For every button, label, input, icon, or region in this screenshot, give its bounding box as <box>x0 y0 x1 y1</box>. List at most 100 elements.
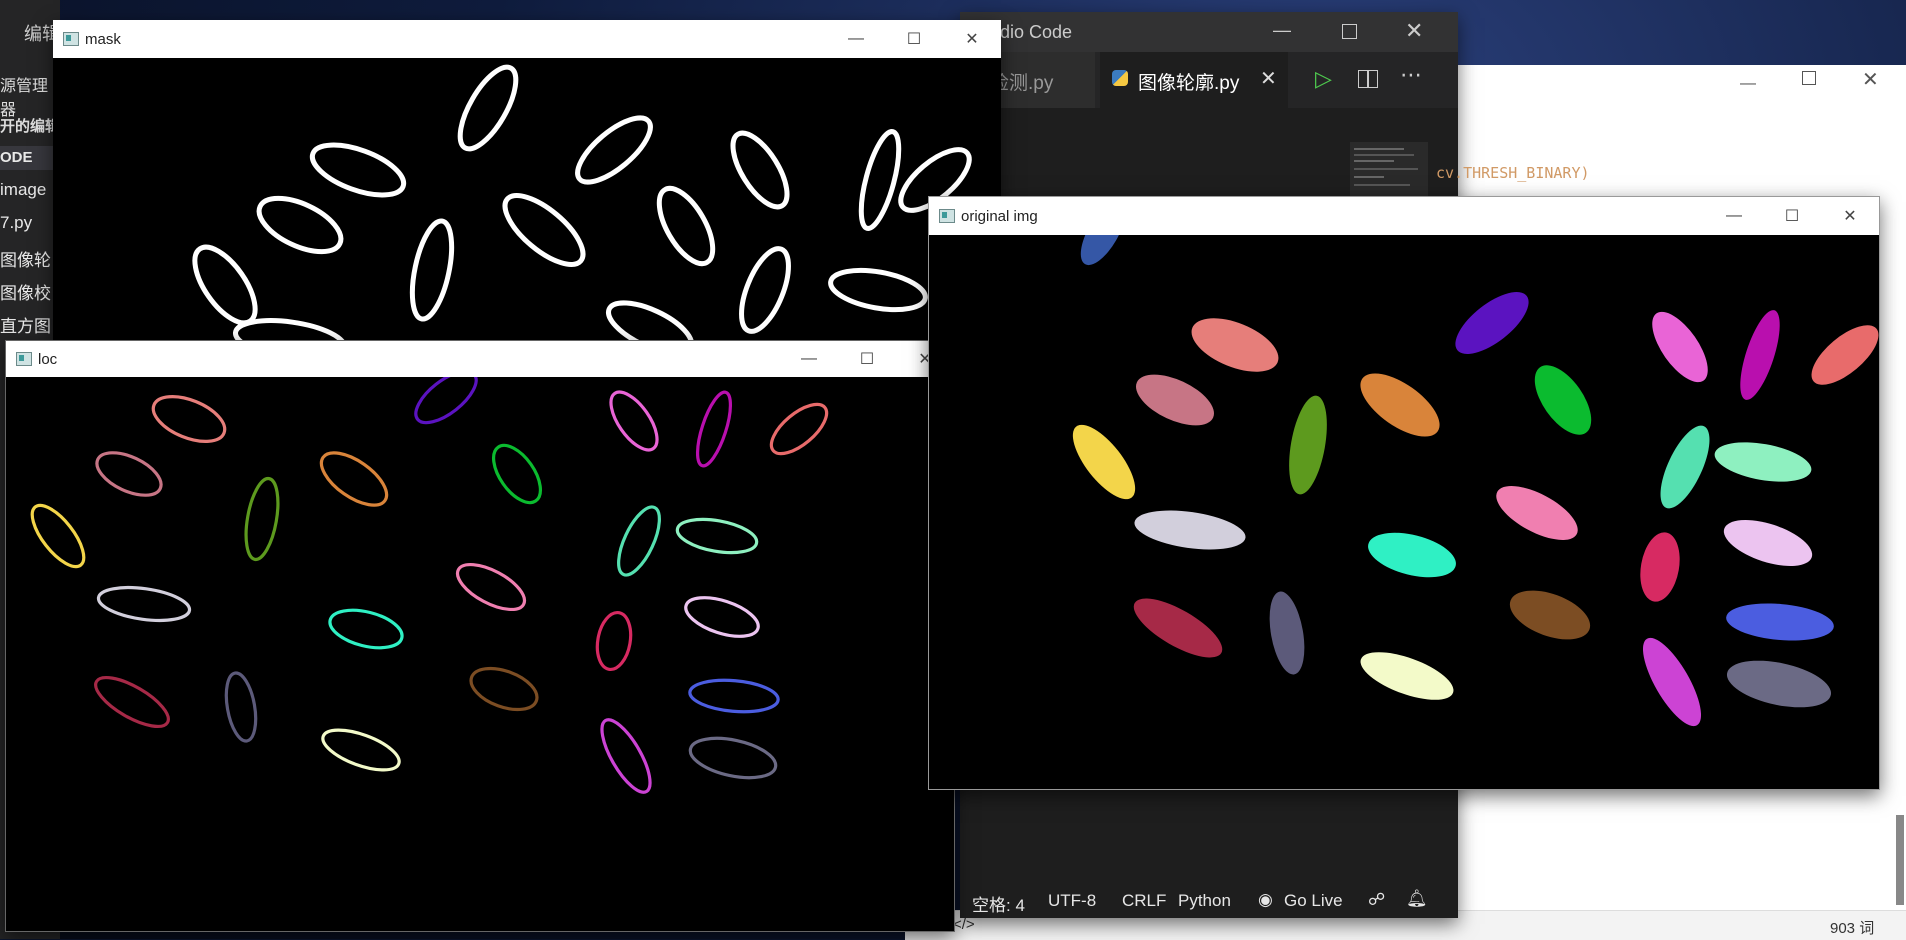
rice-contour <box>684 596 760 638</box>
close-icon[interactable]: ✕ <box>1405 18 1423 44</box>
doc-scrollbar[interactable] <box>1896 815 1904 905</box>
split-editor-icon[interactable] <box>1358 70 1378 88</box>
rice-grain <box>1191 318 1279 372</box>
rice-grain <box>1133 598 1223 658</box>
file-item[interactable]: image <box>0 180 46 200</box>
code-section-label: ODE <box>0 149 33 166</box>
file-item[interactable]: 直方图 <box>0 312 51 337</box>
rice-grain <box>1740 310 1780 400</box>
tab-close-icon[interactable]: ✕ <box>1260 66 1277 91</box>
rice-contour <box>609 390 659 452</box>
python-icon <box>1112 70 1128 86</box>
rice-contour <box>414 377 478 425</box>
rice-grain <box>1496 486 1578 540</box>
rice-grain <box>1723 520 1813 566</box>
rice-grain <box>1455 292 1529 354</box>
minimize-icon[interactable]: — <box>1705 197 1763 235</box>
status-bar: 空格: 4 UTF-8 CRLF Python ◉ Go Live ☍ 🔔︎ <box>960 884 1458 918</box>
tab-contours[interactable]: 图像轮廓.py ✕ <box>1100 52 1288 108</box>
minimize-icon[interactable]: — <box>1273 20 1291 41</box>
rice-grain <box>1136 374 1214 426</box>
original-titlebar[interactable]: original img — ☐ ✕ <box>929 197 1879 235</box>
minimap[interactable] <box>1350 142 1428 202</box>
rice-grain <box>1368 532 1456 578</box>
status-spaces[interactable]: 空格: 4 <box>972 891 1025 916</box>
window-app-icon <box>939 209 955 223</box>
bell-icon[interactable]: 🔔︎ <box>1406 889 1428 909</box>
tab-bar: 检测.py 图像轮廓.py ✕ ▷ ⋯ <box>960 52 1458 108</box>
maximize-icon[interactable]: ☐ <box>1763 197 1821 235</box>
rice-grain <box>1660 425 1710 509</box>
play-icon[interactable]: ▷ <box>1315 66 1332 92</box>
rice-grain <box>1726 603 1834 641</box>
close-icon[interactable]: ✕ <box>943 20 1001 58</box>
mask-title: mask <box>85 30 121 48</box>
rice-contour <box>96 585 192 623</box>
more-icon[interactable]: ⋯ <box>1400 62 1422 88</box>
mask-contour <box>656 185 716 267</box>
file-item[interactable]: 7.py <box>0 213 32 233</box>
rice-contour <box>95 451 163 497</box>
rice-grain <box>1534 365 1592 435</box>
mask-contour <box>256 195 344 255</box>
rice-grain <box>1642 637 1702 727</box>
broadcast-icon[interactable]: ◉ <box>1258 890 1273 910</box>
rice-grain <box>1640 532 1680 602</box>
maximize-icon[interactable]: ☐ <box>838 341 896 377</box>
rice-grain <box>1360 373 1440 437</box>
mask-contour <box>828 267 928 313</box>
feedback-icon[interactable]: ☍ <box>1368 890 1385 910</box>
original-canvas <box>929 235 1879 789</box>
rice-contour <box>455 562 527 612</box>
file-item[interactable]: 图像校 <box>0 279 51 304</box>
status-encoding[interactable]: UTF-8 <box>1048 891 1096 911</box>
rice-grain <box>1726 660 1832 708</box>
rice-contour <box>595 610 633 672</box>
minimize-icon[interactable]: — <box>827 20 885 58</box>
rice-grain <box>1652 311 1708 383</box>
rice-contour <box>94 675 170 729</box>
word-count: 903 词 <box>1830 920 1875 937</box>
rice-contour <box>491 443 543 505</box>
mask-contour <box>730 130 790 210</box>
rice-contour <box>469 666 539 712</box>
rice-contour <box>617 505 661 577</box>
status-eol[interactable]: CRLF <box>1122 891 1166 911</box>
rice-grain <box>1080 235 1126 266</box>
maximize-icon[interactable] <box>1342 24 1357 39</box>
document-close[interactable]: ✕ <box>1862 67 1879 92</box>
rice-grain <box>1289 395 1327 495</box>
rice-contour <box>328 608 404 650</box>
code-line[interactable]: cv.THRESH_BINARY) <box>1436 164 1590 182</box>
mask-contour <box>457 64 519 152</box>
maximize-icon[interactable]: ☐ <box>885 20 943 58</box>
loc-canvas <box>6 377 954 931</box>
code-section[interactable]: ODE <box>0 146 60 170</box>
rice-grain <box>1269 591 1305 675</box>
original-title: original img <box>961 207 1038 225</box>
status-language[interactable]: Python <box>1178 891 1231 911</box>
rice-grain <box>1134 510 1246 550</box>
rice-grain <box>1811 325 1879 385</box>
document-maximize[interactable] <box>1802 71 1816 85</box>
file-item[interactable]: 图像轮 <box>0 246 51 271</box>
mask-contour <box>309 142 407 198</box>
rice-contour <box>688 678 780 714</box>
rice-contour <box>600 718 652 794</box>
code-view-icon[interactable]: </> <box>953 916 975 933</box>
mask-titlebar[interactable]: mask — ☐ ✕ <box>53 20 1001 58</box>
mask-contour <box>575 115 653 185</box>
vscode-titlebar: dio Code — ✕ <box>960 12 1458 52</box>
close-icon[interactable]: ✕ <box>1821 197 1879 235</box>
minimize-icon[interactable]: — <box>780 341 838 377</box>
mask-canvas <box>53 58 1001 340</box>
rice-grain <box>1360 652 1454 700</box>
loc-titlebar[interactable]: loc — ☐ ✕ <box>6 341 954 377</box>
tab-label: 图像轮廓.py <box>1138 73 1240 94</box>
mask-contour <box>739 246 791 334</box>
window-app-icon <box>63 32 79 46</box>
open-editors-section[interactable]: 开的编辑 <box>0 115 60 136</box>
status-golive[interactable]: Go Live <box>1284 891 1343 911</box>
rice-contour <box>321 728 401 772</box>
document-minimize[interactable]: — <box>1740 75 1756 93</box>
